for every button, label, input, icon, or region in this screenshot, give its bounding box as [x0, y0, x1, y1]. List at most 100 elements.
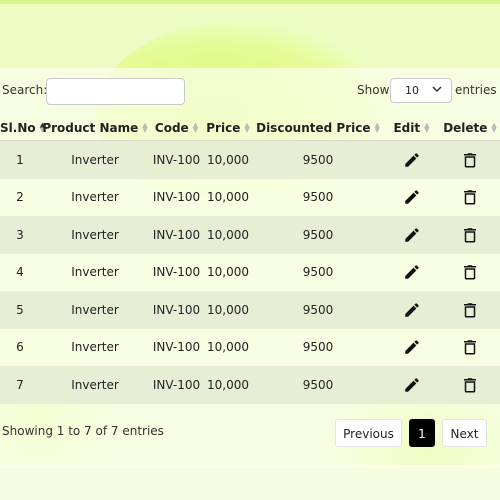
- pencil-icon[interactable]: [403, 376, 421, 394]
- cell-discounted-price: 9500: [253, 328, 383, 366]
- trash-icon[interactable]: [461, 188, 479, 206]
- column-header-delete[interactable]: Delete ▲ ▼: [440, 115, 500, 141]
- sort-icon: ▲ ▼: [424, 121, 430, 134]
- show-label: Show: [357, 83, 390, 97]
- delete-cell: [440, 328, 500, 366]
- edit-cell: [383, 216, 440, 254]
- cell-discounted-price: 9500: [253, 366, 383, 404]
- next-button[interactable]: Next: [442, 419, 487, 447]
- cell-price: 10,000: [203, 328, 253, 366]
- delete-cell: [440, 366, 500, 404]
- cell-sl-no: 2: [0, 178, 40, 216]
- edit-cell: [383, 140, 440, 179]
- table-row: 4 Inverter INV-100 10,000 9500: [0, 253, 500, 291]
- chevron-down-icon: [432, 86, 442, 93]
- cell-discounted-price: 9500: [253, 216, 383, 254]
- cell-code: INV-100: [150, 253, 203, 291]
- pencil-icon[interactable]: [403, 226, 421, 244]
- cell-product-name: Inverter: [40, 216, 150, 254]
- cell-price: 10,000: [203, 178, 253, 216]
- column-header-code[interactable]: Code ▲ ▼: [150, 115, 203, 141]
- pencil-icon[interactable]: [403, 338, 421, 356]
- sort-icon: ▲ ▼: [491, 121, 497, 134]
- table-toolbar: Search: Show 10 entries: [0, 78, 500, 105]
- table-row: 7 Inverter INV-100 10,000 9500: [0, 366, 500, 404]
- delete-cell: [440, 140, 500, 179]
- table-row: 3 Inverter INV-100 10,000 9500: [0, 216, 500, 254]
- table-row: 1 Inverter INV-100 10,000 9500: [0, 140, 500, 179]
- search-input[interactable]: [46, 78, 185, 105]
- cell-discounted-price: 9500: [253, 140, 383, 179]
- page-size-select[interactable]: 10: [390, 78, 452, 103]
- trash-icon[interactable]: [461, 338, 479, 356]
- previous-button[interactable]: Previous: [335, 419, 402, 447]
- cell-product-name: Inverter: [40, 253, 150, 291]
- top-stripe: [0, 0, 500, 4]
- pencil-icon[interactable]: [403, 301, 421, 319]
- table-info: Showing 1 to 7 of 7 entries: [2, 424, 164, 438]
- trash-icon[interactable]: [461, 376, 479, 394]
- products-table: Sl.No ▲ ▼ Product Name ▲ ▼ Code ▲ ▼ Price ▲ ▼ Di…: [0, 115, 500, 404]
- column-header-sl-no[interactable]: Sl.No ▲ ▼: [0, 115, 45, 141]
- cell-sl-no: 3: [0, 216, 40, 254]
- cell-sl-no: 7: [0, 366, 40, 404]
- cell-price: 10,000: [203, 253, 253, 291]
- cell-discounted-price: 9500: [253, 253, 383, 291]
- cell-sl-no: 1: [0, 140, 40, 179]
- cell-price: 10,000: [203, 366, 253, 404]
- edit-cell: [383, 366, 440, 404]
- bottom-band: [0, 465, 500, 500]
- products-table-card: Search: Show 10 entries Sl.No ▲ ▼ Product …: [0, 68, 500, 468]
- column-header-edit[interactable]: Edit ▲ ▼: [383, 115, 440, 141]
- sort-icon: ▲ ▼: [374, 121, 380, 134]
- page-1-button[interactable]: 1: [409, 419, 435, 447]
- cell-product-name: Inverter: [40, 140, 150, 179]
- cell-price: 10,000: [203, 140, 253, 179]
- cell-product-name: Inverter: [40, 178, 150, 216]
- cell-sl-no: 6: [0, 328, 40, 366]
- table-row: 5 Inverter INV-100 10,000 9500: [0, 291, 500, 329]
- table-row: 2 Inverter INV-100 10,000 9500: [0, 178, 500, 216]
- pencil-icon[interactable]: [403, 188, 421, 206]
- pencil-icon[interactable]: [403, 151, 421, 169]
- cell-code: INV-100: [150, 328, 203, 366]
- delete-cell: [440, 216, 500, 254]
- cell-product-name: Inverter: [40, 291, 150, 329]
- delete-cell: [440, 178, 500, 216]
- cell-price: 10,000: [203, 216, 253, 254]
- trash-icon[interactable]: [461, 301, 479, 319]
- cell-product-name: Inverter: [40, 328, 150, 366]
- edit-cell: [383, 328, 440, 366]
- trash-icon[interactable]: [461, 226, 479, 244]
- cell-code: INV-100: [150, 291, 203, 329]
- cell-discounted-price: 9500: [253, 178, 383, 216]
- cell-sl-no: 4: [0, 253, 40, 291]
- edit-cell: [383, 178, 440, 216]
- cell-sl-no: 5: [0, 291, 40, 329]
- sort-icon: ▲ ▼: [142, 121, 148, 134]
- sort-icon: ▲ ▼: [244, 121, 250, 134]
- pencil-icon[interactable]: [403, 263, 421, 281]
- delete-cell: [440, 253, 500, 291]
- entries-label: entries: [455, 83, 497, 97]
- edit-cell: [383, 291, 440, 329]
- cell-code: INV-100: [150, 178, 203, 216]
- cell-discounted-price: 9500: [253, 291, 383, 329]
- trash-icon[interactable]: [461, 151, 479, 169]
- cell-code: INV-100: [150, 216, 203, 254]
- cell-price: 10,000: [203, 291, 253, 329]
- trash-icon[interactable]: [461, 263, 479, 281]
- column-header-discounted-price[interactable]: Discounted Price ▲ ▼: [253, 115, 383, 141]
- table-header-row: Sl.No ▲ ▼ Product Name ▲ ▼ Code ▲ ▼ Price ▲ ▼ Di…: [0, 115, 500, 141]
- search-label: Search:: [2, 83, 48, 97]
- table-row: 6 Inverter INV-100 10,000 9500: [0, 328, 500, 366]
- column-header-price[interactable]: Price ▲ ▼: [203, 115, 253, 141]
- column-header-product-name[interactable]: Product Name ▲ ▼: [40, 115, 150, 141]
- sort-icon: ▲ ▼: [192, 121, 199, 134]
- cell-code: INV-100: [150, 140, 203, 179]
- cell-product-name: Inverter: [40, 366, 150, 404]
- delete-cell: [440, 291, 500, 329]
- edit-cell: [383, 253, 440, 291]
- page-size-value: 10: [405, 84, 419, 97]
- cell-code: INV-100: [150, 366, 203, 404]
